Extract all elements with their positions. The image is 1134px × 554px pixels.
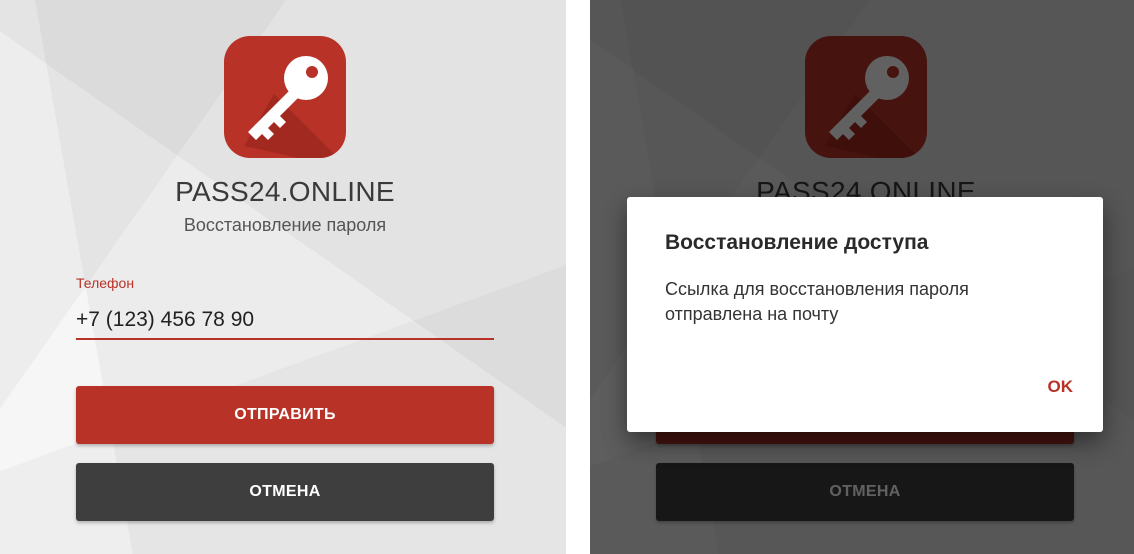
submit-button[interactable]: ОТПРАВИТЬ [76,386,494,444]
key-icon [244,56,346,158]
phone-input[interactable] [76,302,494,340]
phone-label: Телефон [76,275,135,291]
app-name: PASS24.ONLINE [175,176,395,207]
ok-button[interactable]: OK [1040,373,1082,401]
recovery-form: PASS24.ONLINE Восстановление пароля Теле… [0,0,566,554]
recovery-screen-with-dialog: PASS24.ONLINE ОТПРАВИТЬ ОТМЕНА Восстанов… [590,0,1134,554]
dialog-message: Ссылка для восстановления пароля отправл… [665,279,969,324]
dialog-title: Восстановление доступа [665,231,929,254]
recovery-screen: PASS24.ONLINE Восстановление пароля Теле… [0,0,566,554]
page-subtitle: Восстановление пароля [183,215,387,235]
access-recovery-dialog: Восстановление доступа Ссылка для восста… [627,197,1103,432]
cancel-button[interactable]: ОТМЕНА [76,463,494,521]
app-logo [224,36,346,158]
